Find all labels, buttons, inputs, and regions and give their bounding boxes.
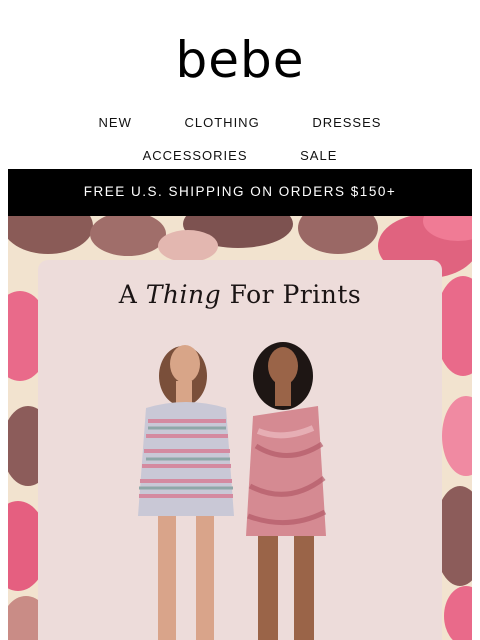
hero-headline: A Thing For Prints: [8, 280, 472, 309]
hero-headline-post: For Prints: [221, 280, 362, 309]
primary-nav-row-1: NEW CLOTHING DRESSES: [0, 115, 480, 130]
nav-item-clothing[interactable]: CLOTHING: [161, 115, 284, 130]
bebe-logo[interactable]: bebe: [0, 30, 480, 90]
nav-item-new[interactable]: NEW: [75, 115, 156, 130]
hero-headline-emphasis: Thing: [145, 280, 222, 309]
hero-headline-pre: A: [118, 280, 146, 309]
nav-item-accessories[interactable]: ACCESSORIES: [119, 148, 272, 163]
nav-item-dresses[interactable]: DRESSES: [288, 115, 405, 130]
hero-image[interactable]: A Thing For Prints: [8, 216, 472, 640]
nav-item-sale[interactable]: SALE: [276, 148, 361, 163]
primary-nav-row-2: ACCESSORIES SALE: [0, 148, 480, 163]
shipping-banner[interactable]: FREE U.S. SHIPPING ON ORDERS $150+: [8, 169, 472, 216]
